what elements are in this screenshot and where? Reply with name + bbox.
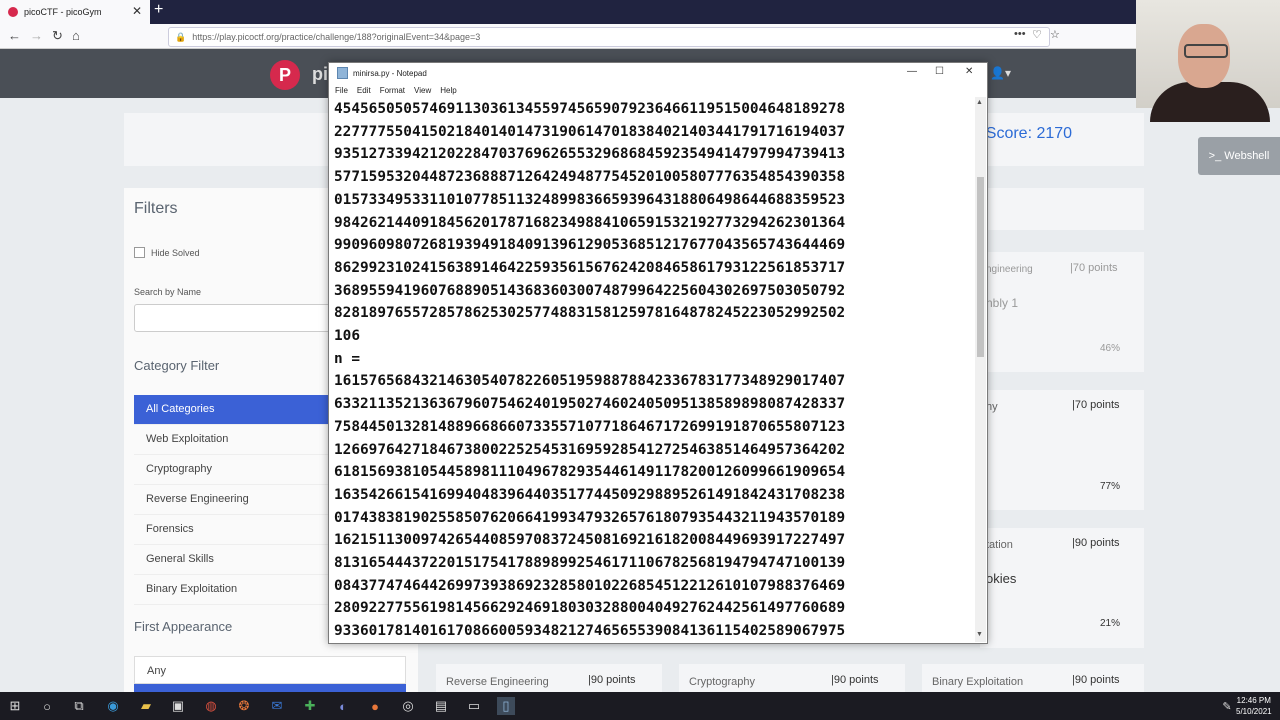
checkbox-icon[interactable] (134, 247, 145, 258)
card-solve-rate: 46% (1100, 343, 1121, 354)
notepad-title-bar[interactable]: minirsa.py - Notepad — ☐ ✕ (329, 63, 987, 83)
url-bar[interactable]: 🔒 https://play.picoctf.org/practice/chal… (168, 27, 1050, 47)
chrome-icon[interactable]: ◍ (202, 697, 220, 715)
webshell-button[interactable]: >_ Webshell (1198, 137, 1280, 175)
url-text: https://play.picoctf.org/practice/challe… (192, 32, 481, 42)
scroll-up-icon[interactable]: ▲ (976, 99, 983, 106)
edge-icon[interactable]: ◉ (104, 697, 122, 715)
card-category: Binary Exploitation (932, 676, 1024, 688)
minimize-icon[interactable]: — (907, 66, 917, 77)
card-name: nbly 1 (986, 296, 1019, 310)
card-points: |90 points (1072, 537, 1120, 549)
search-label: Search by Name (134, 287, 202, 297)
app-icon[interactable]: ▤ (432, 697, 450, 715)
bookmark-star-icon[interactable]: ☆ (1050, 28, 1060, 41)
maximize-icon[interactable]: ☐ (935, 66, 944, 77)
filters-title: Filters (134, 200, 178, 217)
vertical-scrollbar[interactable]: ▲ ▼ (975, 97, 986, 642)
card-category: Reverse Engineering (446, 676, 549, 688)
home-icon[interactable]: ⌂ (72, 28, 80, 43)
back-icon[interactable]: ← (8, 28, 21, 43)
browser-tab-strip (0, 0, 1136, 24)
scrollbar-thumb[interactable] (977, 177, 984, 357)
first-appearance-selected[interactable] (134, 684, 406, 692)
notepad-title: minirsa.py - Notepad (353, 68, 427, 78)
presenter-shirt (1150, 82, 1270, 122)
card-category: tation (986, 539, 1013, 551)
first-appearance-any[interactable]: Any (134, 656, 406, 684)
menu-edit[interactable]: Edit (357, 86, 371, 95)
clock-time: 12:46 PM (1236, 696, 1271, 705)
notepad-taskbar-icon[interactable]: ▯ (497, 697, 515, 715)
card-solve-rate: 21% (1100, 618, 1121, 629)
tab-title: picoCTF - picoGym (24, 7, 102, 17)
menu-file[interactable]: File (335, 86, 348, 95)
app-icon[interactable]: ❂ (235, 697, 253, 715)
reload-icon[interactable]: ↻ (52, 28, 63, 44)
forward-icon[interactable]: → (30, 28, 43, 43)
user-menu-icon[interactable]: 👤▾ (990, 66, 1011, 80)
close-icon[interactable]: ✕ (965, 66, 973, 77)
task-view-icon[interactable]: ⧉ (70, 697, 88, 715)
hide-solved-label: Hide Solved (151, 247, 200, 258)
tab-close-icon[interactable]: ✕ (132, 4, 142, 18)
card-category: Cryptography (689, 676, 756, 688)
menu-format[interactable]: Format (380, 86, 405, 95)
browser-tab[interactable]: picoCTF - picoGym ✕ (0, 0, 150, 24)
pocket-icon[interactable]: ♡ (1032, 28, 1042, 41)
card-solve-rate: 77% (1100, 481, 1121, 492)
new-tab-button[interactable]: + (154, 1, 163, 19)
start-icon[interactable]: ⊞ (6, 697, 24, 715)
discord-icon[interactable]: ◐ (334, 697, 352, 715)
notepad-window[interactable]: minirsa.py - Notepad — ☐ ✕ File Edit For… (328, 62, 988, 644)
notepad-text-area[interactable]: 4545650505746911303613455974565907923646… (334, 98, 972, 641)
app-icon[interactable]: ✚ (301, 697, 319, 715)
mail-icon[interactable]: ✉ (268, 697, 286, 715)
menu-help[interactable]: Help (440, 86, 456, 95)
file-explorer-icon[interactable]: ▰ (137, 697, 155, 715)
page-actions-icon[interactable]: ••• (1014, 28, 1026, 40)
scroll-down-icon[interactable]: ▼ (976, 631, 983, 638)
card-points: |70 points (1072, 399, 1120, 411)
menu-view[interactable]: View (414, 86, 431, 95)
picoctf-favicon-icon (8, 7, 18, 17)
notepad-icon (337, 67, 348, 79)
card-name: okies (986, 571, 1017, 586)
store-icon[interactable]: ▣ (169, 697, 187, 715)
picoctf-logo[interactable]: P (270, 60, 300, 90)
card-category: ngineering (986, 264, 1033, 275)
page-background (1136, 108, 1280, 720)
app-icon[interactable]: ◎ (399, 697, 417, 715)
presenter-glasses (1184, 44, 1228, 58)
search-icon[interactable]: ○ (38, 697, 56, 715)
pen-icon[interactable]: ✎ (1218, 697, 1236, 715)
notepad-menu-bar: File Edit Format View Help (329, 83, 987, 97)
firefox-icon[interactable]: ● (366, 697, 384, 715)
card-points: |90 points (588, 674, 636, 686)
card-points: |70 points (1070, 262, 1118, 274)
category-filter-title: Category Filter (134, 358, 220, 373)
taskbar (0, 692, 1280, 720)
lock-icon: 🔒 (175, 31, 187, 42)
card-points: |90 points (1072, 674, 1120, 686)
card-points: |90 points (831, 674, 879, 686)
clock-date: 5/10/2021 (1236, 707, 1272, 716)
hide-solved-checkbox[interactable]: Hide Solved (134, 247, 200, 258)
first-appearance-title: First Appearance (134, 619, 233, 634)
terminal-icon[interactable]: ▭ (465, 697, 483, 715)
logo-text: pi (312, 64, 328, 84)
taskbar-clock[interactable]: 12:46 PM 5/10/2021 (1236, 695, 1272, 717)
